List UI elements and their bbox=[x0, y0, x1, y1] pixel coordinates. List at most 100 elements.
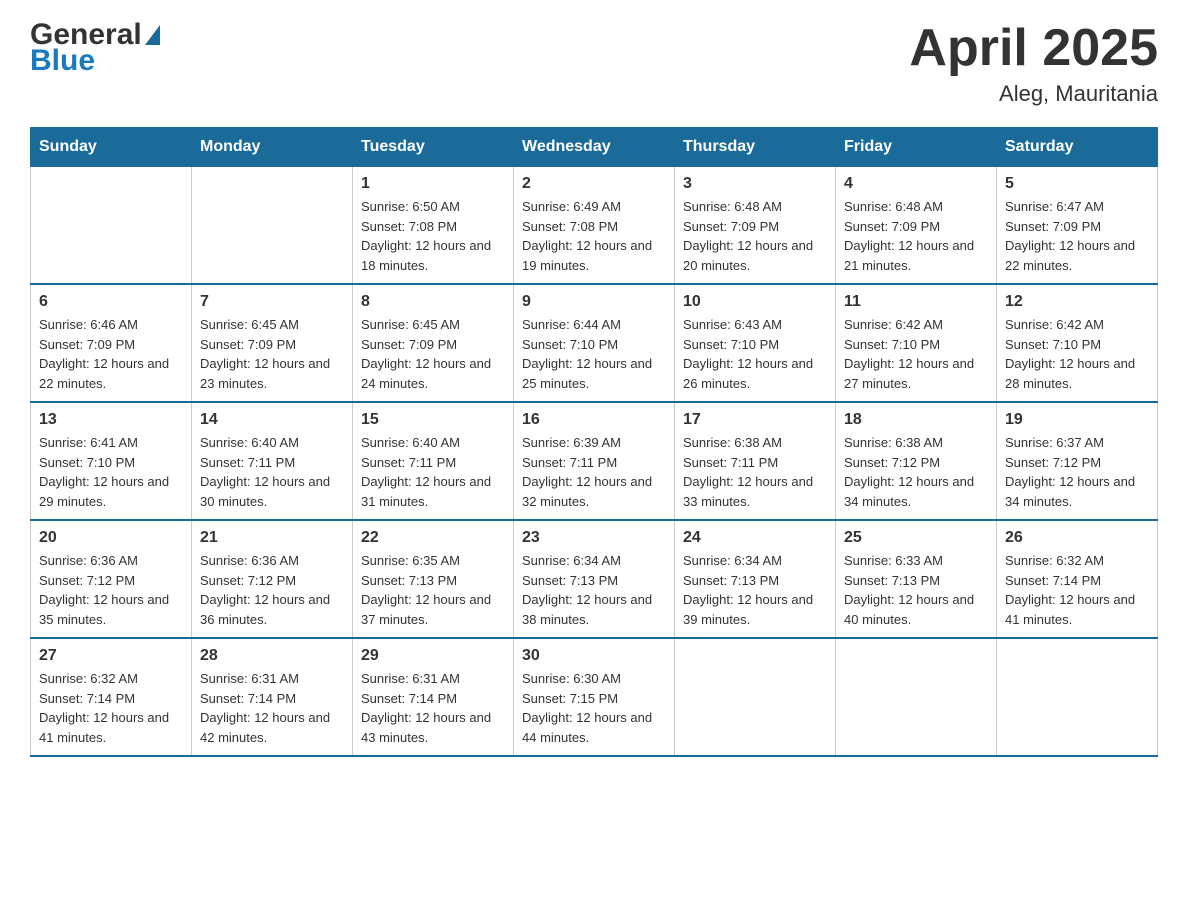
day-info: Sunrise: 6:45 AMSunset: 7:09 PMDaylight:… bbox=[361, 315, 505, 393]
calendar-cell bbox=[675, 638, 836, 756]
day-info: Sunrise: 6:31 AMSunset: 7:14 PMDaylight:… bbox=[200, 669, 344, 747]
calendar-cell: 17 Sunrise: 6:38 AMSunset: 7:11 PMDayligh… bbox=[675, 402, 836, 520]
day-number: 7 bbox=[200, 293, 344, 311]
day-number: 24 bbox=[683, 529, 827, 547]
logo-blue-text: Blue bbox=[30, 46, 160, 76]
calendar-week-2: 6 Sunrise: 6:46 AMSunset: 7:09 PMDaylight… bbox=[31, 284, 1158, 402]
day-info: Sunrise: 6:37 AMSunset: 7:12 PMDaylight:… bbox=[1005, 433, 1149, 511]
day-info: Sunrise: 6:36 AMSunset: 7:12 PMDaylight:… bbox=[39, 551, 183, 629]
calendar-cell: 22 Sunrise: 6:35 AMSunset: 7:13 PMDayligh… bbox=[353, 520, 514, 638]
calendar-cell: 24 Sunrise: 6:34 AMSunset: 7:13 PMDayligh… bbox=[675, 520, 836, 638]
calendar-header-row: Sunday Monday Tuesday Wednesday Thursday… bbox=[31, 128, 1158, 167]
day-number: 25 bbox=[844, 529, 988, 547]
day-info: Sunrise: 6:40 AMSunset: 7:11 PMDaylight:… bbox=[361, 433, 505, 511]
calendar-cell: 5 Sunrise: 6:47 AMSunset: 7:09 PMDaylight… bbox=[997, 167, 1158, 285]
day-info: Sunrise: 6:49 AMSunset: 7:08 PMDaylight:… bbox=[522, 197, 666, 275]
calendar-cell: 14 Sunrise: 6:40 AMSunset: 7:11 PMDayligh… bbox=[192, 402, 353, 520]
day-number: 12 bbox=[1005, 293, 1149, 311]
day-info: Sunrise: 6:32 AMSunset: 7:14 PMDaylight:… bbox=[1005, 551, 1149, 629]
calendar-cell: 7 Sunrise: 6:45 AMSunset: 7:09 PMDaylight… bbox=[192, 284, 353, 402]
calendar-cell bbox=[192, 167, 353, 285]
day-number: 15 bbox=[361, 411, 505, 429]
calendar-cell: 21Sunrise: 6:36 AMSunset: 7:12 PMDayligh… bbox=[192, 520, 353, 638]
day-info: Sunrise: 6:47 AMSunset: 7:09 PMDaylight:… bbox=[1005, 197, 1149, 275]
day-info: Sunrise: 6:38 AMSunset: 7:11 PMDaylight:… bbox=[683, 433, 827, 511]
day-info: Sunrise: 6:48 AMSunset: 7:09 PMDaylight:… bbox=[683, 197, 827, 275]
day-number: 21 bbox=[200, 529, 344, 547]
col-thursday: Thursday bbox=[675, 128, 836, 167]
day-number: 8 bbox=[361, 293, 505, 311]
calendar-cell: 1Sunrise: 6:50 AMSunset: 7:08 PMDaylight… bbox=[353, 167, 514, 285]
calendar-cell: 23Sunrise: 6:34 AMSunset: 7:13 PMDayligh… bbox=[514, 520, 675, 638]
day-number: 3 bbox=[683, 175, 827, 193]
day-info: Sunrise: 6:30 AMSunset: 7:15 PMDaylight:… bbox=[522, 669, 666, 747]
calendar-cell: 29Sunrise: 6:31 AMSunset: 7:14 PMDayligh… bbox=[353, 638, 514, 756]
day-info: Sunrise: 6:34 AMSunset: 7:13 PMDaylight:… bbox=[683, 551, 827, 629]
day-number: 9 bbox=[522, 293, 666, 311]
calendar-cell: 4 Sunrise: 6:48 AMSunset: 7:09 PMDaylight… bbox=[836, 167, 997, 285]
day-info: Sunrise: 6:44 AMSunset: 7:10 PMDaylight:… bbox=[522, 315, 666, 393]
calendar-week-3: 13 Sunrise: 6:41 AMSunset: 7:10 PMDayligh… bbox=[31, 402, 1158, 520]
day-number: 27 bbox=[39, 647, 183, 665]
calendar-cell bbox=[836, 638, 997, 756]
day-info: Sunrise: 6:41 AMSunset: 7:10 PMDaylight:… bbox=[39, 433, 183, 511]
day-number: 10 bbox=[683, 293, 827, 311]
day-info: Sunrise: 6:32 AMSunset: 7:14 PMDaylight:… bbox=[39, 669, 183, 747]
calendar-cell: 11 Sunrise: 6:42 AMSunset: 7:10 PMDayligh… bbox=[836, 284, 997, 402]
calendar-cell: 10 Sunrise: 6:43 AMSunset: 7:10 PMDayligh… bbox=[675, 284, 836, 402]
calendar-cell: 28Sunrise: 6:31 AMSunset: 7:14 PMDayligh… bbox=[192, 638, 353, 756]
calendar-week-4: 20Sunrise: 6:36 AMSunset: 7:12 PMDayligh… bbox=[31, 520, 1158, 638]
day-number: 14 bbox=[200, 411, 344, 429]
logo-triangle-icon bbox=[145, 25, 160, 45]
title-block: April 2025 Aleg, Mauritania bbox=[909, 20, 1158, 107]
col-friday: Friday bbox=[836, 128, 997, 167]
calendar-cell bbox=[997, 638, 1158, 756]
day-number: 16 bbox=[522, 411, 666, 429]
day-number: 17 bbox=[683, 411, 827, 429]
day-info: Sunrise: 6:46 AMSunset: 7:09 PMDaylight:… bbox=[39, 315, 183, 393]
calendar-cell: 2Sunrise: 6:49 AMSunset: 7:08 PMDaylight… bbox=[514, 167, 675, 285]
day-number: 6 bbox=[39, 293, 183, 311]
day-number: 11 bbox=[844, 293, 988, 311]
calendar-cell: 6 Sunrise: 6:46 AMSunset: 7:09 PMDaylight… bbox=[31, 284, 192, 402]
col-wednesday: Wednesday bbox=[514, 128, 675, 167]
day-info: Sunrise: 6:42 AMSunset: 7:10 PMDaylight:… bbox=[1005, 315, 1149, 393]
calendar-cell: 30Sunrise: 6:30 AMSunset: 7:15 PMDayligh… bbox=[514, 638, 675, 756]
calendar-cell: 27 Sunrise: 6:32 AMSunset: 7:14 PMDayligh… bbox=[31, 638, 192, 756]
calendar-week-1: 1Sunrise: 6:50 AMSunset: 7:08 PMDaylight… bbox=[31, 167, 1158, 285]
day-number: 13 bbox=[39, 411, 183, 429]
page-title: April 2025 bbox=[909, 20, 1158, 77]
day-number: 22 bbox=[361, 529, 505, 547]
calendar-cell: 3 Sunrise: 6:48 AMSunset: 7:09 PMDaylight… bbox=[675, 167, 836, 285]
day-number: 5 bbox=[1005, 175, 1149, 193]
calendar-table: Sunday Monday Tuesday Wednesday Thursday… bbox=[30, 127, 1158, 757]
calendar-cell: 26Sunrise: 6:32 AMSunset: 7:14 PMDayligh… bbox=[997, 520, 1158, 638]
calendar-cell: 8 Sunrise: 6:45 AMSunset: 7:09 PMDaylight… bbox=[353, 284, 514, 402]
calendar-cell: 16Sunrise: 6:39 AMSunset: 7:11 PMDayligh… bbox=[514, 402, 675, 520]
day-info: Sunrise: 6:43 AMSunset: 7:10 PMDaylight:… bbox=[683, 315, 827, 393]
day-info: Sunrise: 6:35 AMSunset: 7:13 PMDaylight:… bbox=[361, 551, 505, 629]
calendar-body: 1Sunrise: 6:50 AMSunset: 7:08 PMDaylight… bbox=[31, 167, 1158, 757]
day-info: Sunrise: 6:38 AMSunset: 7:12 PMDaylight:… bbox=[844, 433, 988, 511]
day-info: Sunrise: 6:42 AMSunset: 7:10 PMDaylight:… bbox=[844, 315, 988, 393]
day-info: Sunrise: 6:40 AMSunset: 7:11 PMDaylight:… bbox=[200, 433, 344, 511]
day-number: 29 bbox=[361, 647, 505, 665]
day-number: 19 bbox=[1005, 411, 1149, 429]
calendar-cell: 15 Sunrise: 6:40 AMSunset: 7:11 PMDayligh… bbox=[353, 402, 514, 520]
day-number: 4 bbox=[844, 175, 988, 193]
logo: General Blue bbox=[30, 20, 160, 76]
calendar-cell: 9 Sunrise: 6:44 AMSunset: 7:10 PMDaylight… bbox=[514, 284, 675, 402]
day-number: 18 bbox=[844, 411, 988, 429]
calendar-cell bbox=[31, 167, 192, 285]
calendar-cell: 19 Sunrise: 6:37 AMSunset: 7:12 PMDayligh… bbox=[997, 402, 1158, 520]
calendar-cell: 18 Sunrise: 6:38 AMSunset: 7:12 PMDayligh… bbox=[836, 402, 997, 520]
day-info: Sunrise: 6:33 AMSunset: 7:13 PMDaylight:… bbox=[844, 551, 988, 629]
day-number: 1 bbox=[361, 175, 505, 193]
page-header: General Blue April 2025 Aleg, Mauritania bbox=[30, 20, 1158, 107]
col-monday: Monday bbox=[192, 128, 353, 167]
col-saturday: Saturday bbox=[997, 128, 1158, 167]
day-info: Sunrise: 6:48 AMSunset: 7:09 PMDaylight:… bbox=[844, 197, 988, 275]
calendar-cell: 25 Sunrise: 6:33 AMSunset: 7:13 PMDayligh… bbox=[836, 520, 997, 638]
day-info: Sunrise: 6:45 AMSunset: 7:09 PMDaylight:… bbox=[200, 315, 344, 393]
calendar-cell: 13 Sunrise: 6:41 AMSunset: 7:10 PMDayligh… bbox=[31, 402, 192, 520]
